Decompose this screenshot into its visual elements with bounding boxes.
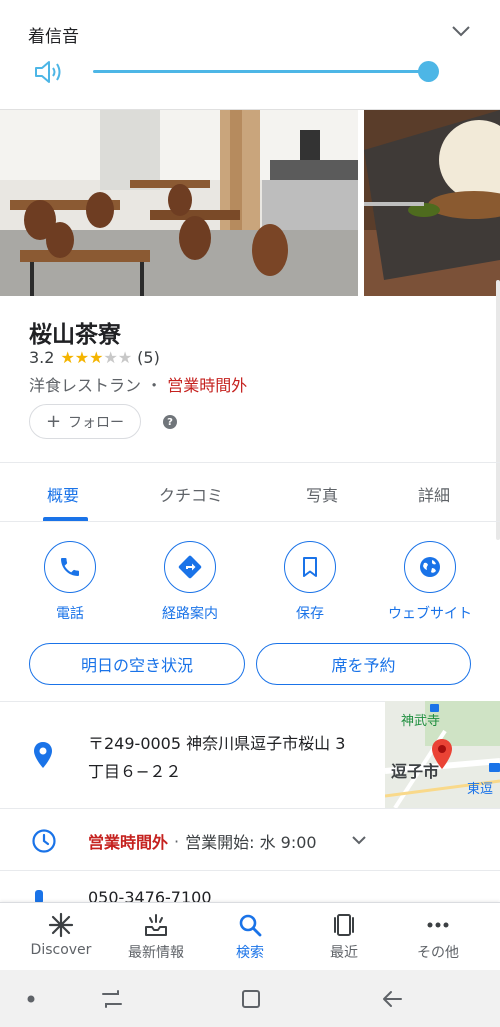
star-icon: ★ bbox=[117, 347, 133, 367]
recent-icon bbox=[334, 914, 354, 936]
call-button[interactable]: 電話 bbox=[20, 541, 120, 623]
call-label: 電話 bbox=[56, 606, 84, 622]
nav-recent[interactable]: 最近 bbox=[294, 911, 394, 962]
follow-button[interactable]: + フォロー bbox=[29, 404, 141, 439]
category-row: 洋食レストラン ・ 営業時間外 bbox=[29, 372, 248, 395]
active-tab-indicator bbox=[43, 517, 88, 521]
hours-opens: 営業開始: 水 9:00 bbox=[185, 833, 317, 852]
save-label: 保存 bbox=[296, 606, 324, 622]
address-line-2: 丁目６−２２ bbox=[88, 762, 182, 781]
category-label: 洋食レストラン bbox=[29, 376, 142, 395]
directions-label: 経路案内 bbox=[162, 606, 218, 622]
open-status: 営業時間外 bbox=[167, 376, 248, 395]
divider bbox=[0, 808, 500, 809]
tab-bar: 概要 クチコミ 写真 詳細 bbox=[0, 462, 500, 522]
save-button[interactable]: 保存 bbox=[260, 541, 360, 623]
volume-slider-thumb[interactable] bbox=[418, 61, 439, 82]
chevron-down-icon[interactable] bbox=[450, 22, 472, 40]
hours-separator: · bbox=[174, 831, 180, 851]
follow-label: フォロー bbox=[68, 414, 125, 431]
star-icon: ★ bbox=[74, 347, 90, 367]
updates-icon bbox=[145, 914, 167, 936]
chevron-down-icon[interactable] bbox=[350, 833, 368, 847]
asterisk-icon bbox=[48, 912, 74, 938]
map-pin-icon bbox=[432, 739, 452, 769]
address-line-1: 〒249-0005 神奈川県逗子市桜山 3 bbox=[88, 734, 346, 753]
search-icon bbox=[239, 914, 262, 937]
tab-overview[interactable]: 概要 bbox=[47, 482, 79, 506]
map-thumbnail[interactable]: 神武寺 逗子市 東逗 bbox=[385, 701, 500, 808]
star-icon: ★ bbox=[60, 347, 75, 367]
place-name: 桜山茶寮 bbox=[29, 322, 121, 348]
clock-icon bbox=[32, 829, 56, 853]
volume-slider-track[interactable] bbox=[93, 70, 428, 73]
availability-button[interactable]: 明日の空き状況 bbox=[29, 643, 245, 685]
bottom-navigation: Discover 最新情報 検索 最近 その他 bbox=[0, 902, 500, 970]
photo-carousel[interactable] bbox=[0, 110, 500, 296]
tab-details[interactable]: 詳細 bbox=[418, 482, 450, 506]
directions-button[interactable]: 経路案内 bbox=[140, 541, 240, 623]
rating-row[interactable]: 3.2 ★★★★★ (5) bbox=[29, 347, 160, 367]
address-text[interactable]: 〒249-0005 神奈川県逗子市桜山 3 丁目６−２２ bbox=[88, 730, 378, 786]
nav-updates[interactable]: 最新情報 bbox=[106, 911, 206, 962]
system-navigation-bar bbox=[0, 970, 500, 1027]
map-label-jinmuji: 神武寺 bbox=[401, 714, 441, 729]
volume-panel: 着信音 bbox=[0, 0, 500, 110]
save-button-circle bbox=[284, 541, 336, 593]
divider bbox=[0, 870, 500, 871]
tab-reviews[interactable]: クチコミ bbox=[159, 482, 223, 506]
nav-updates-label: 最新情報 bbox=[128, 945, 184, 961]
directions-button-circle bbox=[164, 541, 216, 593]
directions-icon bbox=[178, 555, 202, 579]
back-icon[interactable] bbox=[380, 988, 404, 1010]
website-button[interactable]: ウェブサイト bbox=[380, 541, 480, 623]
review-count[interactable]: (5) bbox=[137, 348, 160, 367]
volume-title: 着信音 bbox=[28, 27, 79, 47]
nav-search-label: 検索 bbox=[236, 945, 264, 961]
location-pin-icon bbox=[34, 742, 52, 768]
nav-more-label: その他 bbox=[417, 945, 459, 961]
category-separator: ・ bbox=[146, 376, 163, 395]
map-label-higashizushi: 東逗 bbox=[467, 782, 494, 797]
nav-more[interactable]: その他 bbox=[388, 911, 488, 962]
more-icon bbox=[427, 922, 449, 928]
speaker-icon[interactable] bbox=[33, 58, 65, 86]
bookmark-icon bbox=[303, 557, 317, 577]
hours-row[interactable]: 営業時間外 · 営業開始: 水 9:00 bbox=[88, 829, 317, 853]
website-label: ウェブサイト bbox=[388, 606, 472, 622]
rating-value: 3.2 bbox=[29, 347, 55, 367]
nav-discover[interactable]: Discover bbox=[11, 911, 111, 958]
call-button-circle bbox=[44, 541, 96, 593]
recent-apps-icon[interactable] bbox=[100, 988, 124, 1010]
star-icon: ★ bbox=[89, 347, 104, 367]
home-icon[interactable] bbox=[240, 988, 262, 1010]
plus-icon: + bbox=[45, 411, 62, 432]
nav-search[interactable]: 検索 bbox=[200, 911, 300, 962]
dot-icon[interactable] bbox=[26, 994, 36, 1004]
website-button-circle bbox=[404, 541, 456, 593]
rating-stars: ★★★★★ bbox=[60, 348, 132, 367]
food-photo[interactable] bbox=[364, 110, 500, 296]
globe-icon bbox=[420, 557, 440, 577]
hours-status: 営業時間外 bbox=[88, 833, 169, 852]
restaurant-interior-photo[interactable] bbox=[0, 110, 358, 296]
help-icon[interactable]: ? bbox=[163, 415, 177, 429]
star-icon: ★ bbox=[103, 347, 118, 367]
reserve-button[interactable]: 席を予約 bbox=[256, 643, 471, 685]
nav-recent-label: 最近 bbox=[330, 945, 358, 961]
tab-photos[interactable]: 写真 bbox=[306, 482, 338, 506]
phone-icon bbox=[61, 558, 79, 576]
nav-discover-label: Discover bbox=[30, 942, 92, 958]
